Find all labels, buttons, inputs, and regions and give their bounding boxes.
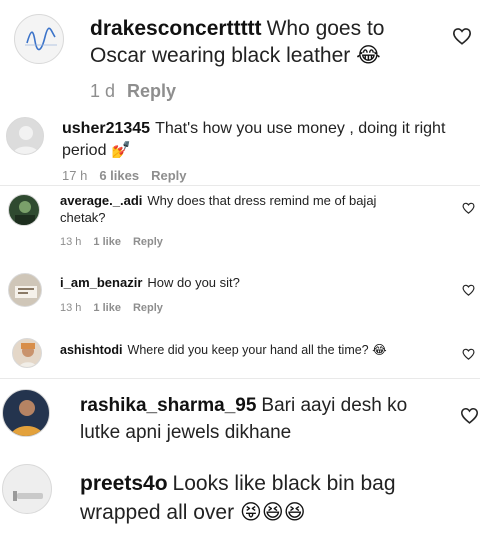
laughing-emoji: 😝😆😆 [239, 500, 306, 525]
avatar[interactable] [12, 338, 42, 368]
comment-text: rashika_sharma_95 Bari aayi desh ko lutke… [80, 393, 430, 446]
comment-time: 1 d [90, 81, 116, 101]
avatar[interactable] [6, 117, 44, 155]
comment-username[interactable]: i_am_benazir [60, 275, 142, 290]
avatar[interactable] [2, 464, 52, 514]
avatar[interactable] [2, 389, 50, 437]
avatar[interactable] [8, 194, 40, 226]
laughing-emoji: 😂 [372, 342, 387, 357]
comment-username[interactable]: rashika_sharma_95 [80, 395, 256, 416]
comment-body: Where did you keep your hand all the tim… [127, 343, 369, 357]
comment-text: usher21345 That's how you use money , doi… [62, 119, 462, 162]
comment-text: drakesconcerttttt Who goes to Oscar weari… [90, 15, 430, 70]
comment-meta: 13 h 1 like Reply [60, 302, 175, 314]
avatar[interactable] [8, 273, 42, 307]
like-heart-icon[interactable] [452, 27, 472, 45]
comment-username[interactable]: drakesconcerttttt [90, 17, 262, 40]
comment-item: average._.adi Why does that dress remind … [0, 186, 480, 261]
comment-username[interactable]: average._.adi [60, 193, 142, 208]
comment-username[interactable]: preets4o [80, 472, 168, 495]
likes-count[interactable]: 1 like [93, 236, 121, 248]
comment-meta: 13 h 1 like Reply [60, 236, 175, 248]
likes-count[interactable]: 1 like [93, 302, 121, 314]
comment-username[interactable]: usher21345 [62, 120, 150, 137]
comment-text: average._.adi Why does that dress remind … [60, 193, 410, 227]
comment-item: i_am_benazir How do you sit? 13 h 1 like Re… [0, 261, 480, 324]
reply-button[interactable]: Reply [127, 81, 176, 101]
laughing-emoji: 😂 [356, 43, 381, 68]
reply-button[interactable]: Reply [133, 236, 163, 248]
comment-text: i_am_benazir How do you sit? [60, 275, 440, 292]
comment-time: 13 h [60, 236, 82, 248]
like-heart-icon[interactable] [460, 407, 479, 424]
comment-item: ashishtodi Where did you keep your hand a… [0, 324, 480, 378]
comment-item: usher21345 That's how you use money , doi… [0, 103, 480, 185]
avatar[interactable] [14, 14, 64, 64]
like-heart-icon[interactable] [462, 202, 475, 214]
comment-meta: 1 d Reply [90, 81, 188, 102]
like-heart-icon[interactable] [462, 348, 475, 360]
like-heart-icon[interactable] [462, 284, 475, 296]
likes-count[interactable]: 6 likes [99, 168, 139, 183]
reply-button[interactable]: Reply [151, 168, 186, 183]
comment-body: How do you sit? [147, 275, 240, 290]
comment-meta: 17 h 6 likes Reply [62, 168, 198, 183]
comment-time: 17 h [62, 168, 88, 183]
comment-text: preets4o Looks like black bin bag wrapped… [80, 469, 440, 528]
comment-item: rashika_sharma_95 Bari aayi desh ko lutke… [0, 379, 480, 457]
reply-button[interactable]: Reply [133, 302, 163, 314]
comment-text: ashishtodi Where did you keep your hand a… [60, 342, 460, 358]
comment-item: drakesconcerttttt Who goes to Oscar weari… [0, 0, 480, 102]
comment-time: 13 h [60, 302, 82, 314]
comment-username[interactable]: ashishtodi [60, 343, 123, 357]
nail-polish-emoji: 💅 [110, 139, 131, 159]
comment-item: preets4o Looks like black bin bag wrapped… [0, 457, 480, 540]
